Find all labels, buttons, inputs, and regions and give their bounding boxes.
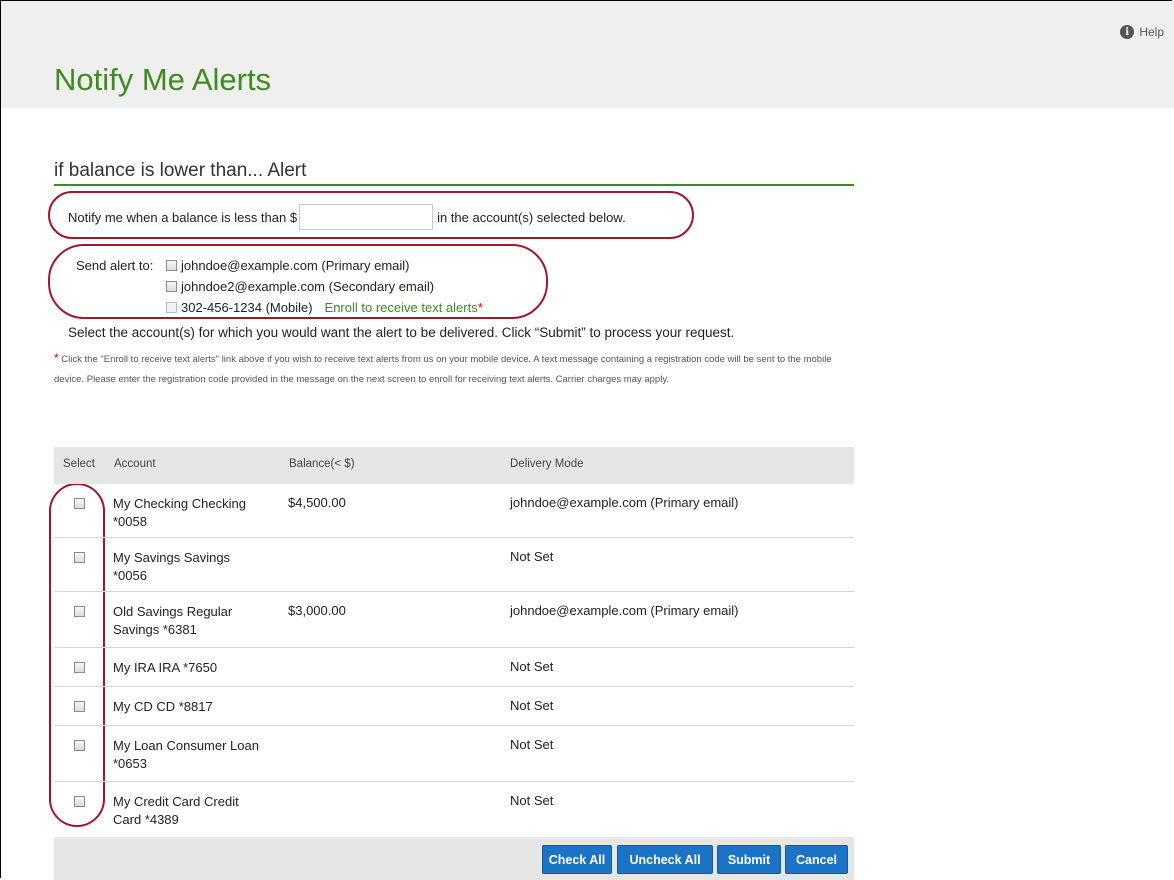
notify-prefix: Notify me when a balance is less than $ xyxy=(68,209,298,225)
row-select-checkbox[interactable] xyxy=(74,796,85,807)
balance-amount-input[interactable] xyxy=(299,204,434,230)
secondary-email-checkbox[interactable] xyxy=(166,281,177,292)
notify-threshold-row: Notify me when a balance is less than $ … xyxy=(68,204,626,230)
help-link[interactable]: i Help xyxy=(1120,25,1164,39)
delivery-mode: Not Set xyxy=(510,698,554,713)
send-option-mobile: 302-456-1234 (Mobile) Enroll to receive … xyxy=(166,300,483,315)
table-row: My CD CD *8817 Not Set xyxy=(54,687,854,726)
row-select-checkbox[interactable] xyxy=(74,606,85,617)
delivery-mode: johndoe@example.com (Primary email) xyxy=(510,603,739,618)
account-name: My Savings Savings *0056 xyxy=(113,550,231,583)
mobile-label: 302-456-1234 (Mobile) xyxy=(181,300,313,315)
table-row: My Loan Consumer Loan *0653 Not Set xyxy=(54,726,854,782)
table-row: My IRA IRA *7650 Not Set xyxy=(54,648,854,687)
section-title: if balance is lower than... Alert xyxy=(54,160,307,181)
account-name: My IRA IRA *7650 xyxy=(113,660,218,675)
account-name: My Loan Consumer Loan *0653 xyxy=(113,738,259,771)
table-row: My Credit Card Credit Card *4389 Not Set xyxy=(54,782,854,836)
balance-threshold: $3,000.00 xyxy=(288,603,346,618)
delivery-mode: Not Set xyxy=(510,793,554,808)
accounts-table-header: Select Account Balance(< $) Delivery Mod… xyxy=(54,447,854,484)
delivery-mode: Not Set xyxy=(510,659,554,674)
mobile-checkbox xyxy=(166,302,177,313)
account-name: My Checking Checking *0058 xyxy=(113,496,246,529)
send-option-primary-email[interactable]: johndoe@example.com (Primary email) xyxy=(166,258,410,273)
page-title: Notify Me Alerts xyxy=(54,62,272,97)
footnote-text: Click the "Enroll to receive text alerts… xyxy=(54,354,832,385)
section-divider xyxy=(54,184,854,186)
primary-email-label: johndoe@example.com (Primary email) xyxy=(181,258,410,273)
enroll-text-alerts-link[interactable]: Enroll to receive text alerts* xyxy=(325,300,483,315)
help-label: Help xyxy=(1139,25,1164,39)
table-row: Old Savings Regular Savings *6381 $3,000… xyxy=(54,592,854,648)
row-select-checkbox[interactable] xyxy=(74,740,85,751)
delivery-mode: Not Set xyxy=(510,549,554,564)
info-circle-icon: i xyxy=(1120,25,1135,39)
row-select-checkbox[interactable] xyxy=(74,701,85,712)
primary-email-checkbox[interactable] xyxy=(166,260,177,271)
secondary-email-label: johndoe2@example.com (Secondary email) xyxy=(181,279,435,294)
uncheck-all-button[interactable]: Uncheck All xyxy=(617,845,713,874)
delivery-mode: Not Set xyxy=(510,737,554,752)
row-select-checkbox[interactable] xyxy=(74,552,85,563)
cancel-button[interactable]: Cancel xyxy=(785,845,848,874)
send-alert-label: Send alert to: xyxy=(76,258,154,273)
delivery-mode: johndoe@example.com (Primary email) xyxy=(510,495,739,510)
account-name: My CD CD *8817 xyxy=(113,699,213,714)
row-select-checkbox[interactable] xyxy=(74,662,85,673)
submit-button[interactable]: Submit xyxy=(717,845,781,874)
account-name: My Credit Card Credit Card *4389 xyxy=(113,794,239,827)
notify-suffix: in the account(s) selected below. xyxy=(437,209,626,225)
check-all-button[interactable]: Check All xyxy=(542,845,612,874)
row-select-checkbox[interactable] xyxy=(74,498,85,509)
col-balance: Balance(< $) xyxy=(289,458,355,470)
footnote: * Click the "Enroll to receive text aler… xyxy=(54,348,854,390)
send-option-secondary-email[interactable]: johndoe2@example.com (Secondary email) xyxy=(166,279,434,294)
instruction-text: Select the account(s) for which you woul… xyxy=(68,325,735,340)
col-select: Select xyxy=(63,458,95,470)
col-account: Account xyxy=(114,458,156,470)
balance-threshold: $4,500.00 xyxy=(288,495,346,510)
table-row: My Checking Checking *0058 $4,500.00 joh… xyxy=(54,484,854,538)
col-delivery-mode: Delivery Mode xyxy=(510,458,584,470)
enroll-link-label: Enroll to receive text alerts xyxy=(324,300,478,315)
table-row: My Savings Savings *0056 Not Set xyxy=(54,538,854,592)
enroll-required-star: * xyxy=(477,300,483,315)
account-name: Old Savings Regular Savings *6381 xyxy=(113,604,233,637)
